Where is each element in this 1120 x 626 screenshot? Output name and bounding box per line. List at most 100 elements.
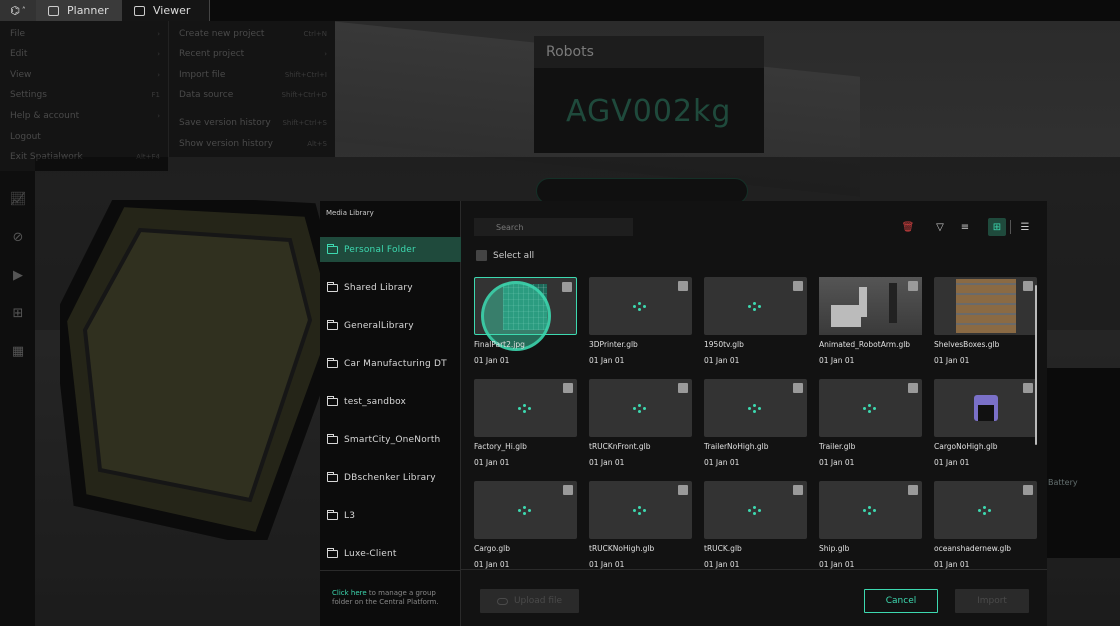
folder-shared-library[interactable]: Shared Library — [320, 275, 461, 300]
folder-luxe-client[interactable]: Luxe-Client — [320, 541, 461, 566]
analytics-icon[interactable]: 📈︎ — [9, 191, 27, 207]
list-view-icon[interactable]: ☰ — [1016, 218, 1034, 236]
cancel-button[interactable]: Cancel — [864, 589, 938, 613]
file-thumbnail[interactable] — [474, 481, 577, 539]
file-checkbox[interactable] — [678, 485, 688, 495]
file-card[interactable]: Cargo.glb 01 Jan 01 — [474, 481, 577, 569]
menu-item-edit[interactable]: Edit › — [10, 44, 160, 64]
folder-label: test_sandbox — [344, 396, 407, 407]
file-submenu: Create new project Ctrl+N Recent project ›… — [168, 21, 335, 157]
grid-pattern-icon[interactable]: ▦ — [9, 343, 27, 359]
delete-icon[interactable]: 🗑︎ — [899, 218, 917, 236]
file-card[interactable]: 1950tv.glb 01 Jan 01 — [704, 277, 807, 377]
submenu-recent-project[interactable]: Recent project › — [179, 44, 327, 64]
menu-item-shortcut: Shift+Ctrl+S — [282, 119, 327, 127]
file-checkbox[interactable] — [908, 281, 918, 291]
file-card[interactable]: tRUCKnFront.glb 01 Jan 01 — [589, 379, 692, 479]
app-menu-button[interactable]: ⌬ ˄ — [0, 0, 36, 21]
menu-item-label: View — [10, 70, 32, 80]
folder-smartcity[interactable]: SmartCity_OneNorth — [320, 427, 461, 452]
file-thumbnail[interactable] — [704, 379, 807, 437]
submenu-data-source[interactable]: Data source Shift+Ctrl+D — [179, 85, 327, 105]
file-card[interactable]: ShelvesBoxes.glb 01 Jan 01 — [934, 277, 1037, 377]
menu-item-settings[interactable]: Settings F1 — [10, 85, 160, 105]
menu-item-label: Create new project — [179, 29, 265, 39]
file-checkbox[interactable] — [1023, 485, 1033, 495]
add-object-icon[interactable]: ⊞ — [9, 305, 27, 321]
file-checkbox[interactable] — [1023, 383, 1033, 393]
file-checkbox[interactable] — [793, 383, 803, 393]
file-checkbox[interactable] — [1023, 281, 1033, 291]
file-card[interactable]: oceanshadernew.glb 01 Jan 01 — [934, 481, 1037, 569]
grid-view-icon[interactable]: ⊞ — [988, 218, 1006, 236]
file-thumbnail[interactable] — [704, 277, 807, 335]
file-card[interactable]: tRUCKNoHigh.glb 01 Jan 01 — [589, 481, 692, 569]
folder-dbschenker[interactable]: DBschenker Library — [320, 465, 461, 490]
file-checkbox[interactable] — [678, 383, 688, 393]
camera-icon[interactable]: ▶ — [9, 267, 27, 283]
folder-icon — [327, 281, 338, 292]
file-date: 01 Jan 01 — [589, 356, 625, 365]
file-thumbnail[interactable] — [819, 379, 922, 437]
menu-item-logout[interactable]: Logout — [10, 127, 160, 147]
file-thumbnail[interactable] — [934, 277, 1037, 335]
image-preview — [974, 395, 998, 421]
file-card[interactable]: TrailerNoHigh.glb 01 Jan 01 — [704, 379, 807, 479]
file-card[interactable]: Ship.glb 01 Jan 01 — [819, 481, 922, 569]
file-thumbnail[interactable] — [474, 277, 577, 351]
submenu-import-file[interactable]: Import file Shift+Ctrl+I — [179, 65, 327, 85]
file-date: 01 Jan 01 — [934, 458, 970, 467]
file-card[interactable]: Trailer.glb 01 Jan 01 — [819, 379, 922, 479]
submenu-save-version[interactable]: Save version history Shift+Ctrl+S — [179, 113, 327, 133]
menu-item-label: Logout — [10, 132, 41, 142]
file-checkbox[interactable] — [793, 485, 803, 495]
file-thumbnail[interactable] — [819, 481, 922, 539]
tab-viewer[interactable]: Viewer — [122, 0, 210, 21]
file-checkbox[interactable] — [908, 485, 918, 495]
file-thumbnail[interactable] — [934, 379, 1037, 437]
menu-item-view[interactable]: View › — [10, 65, 160, 85]
file-card[interactable]: Factory_Hi.glb 01 Jan 01 — [474, 379, 577, 479]
search-input[interactable] — [474, 218, 633, 236]
menu-item-help[interactable]: Help & account › — [10, 106, 160, 126]
file-checkbox[interactable] — [793, 281, 803, 291]
tab-planner[interactable]: Planner — [36, 0, 122, 21]
sort-icon[interactable]: ≡ — [956, 218, 974, 236]
file-thumbnail[interactable] — [589, 277, 692, 335]
folder-personal[interactable]: Personal Folder — [320, 237, 461, 262]
file-card[interactable]: Animated_RobotArm.glb 01 Jan 01 — [819, 277, 922, 377]
file-thumbnail[interactable] — [589, 379, 692, 437]
import-button[interactable]: Import — [955, 589, 1029, 613]
folder-car-manufacturing[interactable]: Car Manufacturing DT — [320, 351, 461, 376]
menu-item-shortcut: Shift+Ctrl+I — [284, 71, 327, 79]
file-thumbnail[interactable] — [934, 481, 1037, 539]
file-checkbox[interactable] — [562, 282, 572, 292]
file-checkbox[interactable] — [563, 383, 573, 393]
file-card[interactable]: tRUCK.glb 01 Jan 01 — [704, 481, 807, 569]
folder-test-sandbox[interactable]: test_sandbox — [320, 389, 461, 414]
file-card[interactable]: CargoNoHigh.glb 01 Jan 01 — [934, 379, 1037, 479]
folder-general-library[interactable]: GeneralLibrary — [320, 313, 461, 338]
file-date: 01 Jan 01 — [704, 560, 740, 569]
file-checkbox[interactable] — [678, 281, 688, 291]
menu-item-file[interactable]: File › — [10, 24, 160, 44]
file-thumbnail[interactable] — [474, 379, 577, 437]
file-checkbox[interactable] — [563, 485, 573, 495]
file-thumbnail[interactable] — [589, 481, 692, 539]
file-thumbnail[interactable] — [819, 277, 922, 335]
grid-scrollbar[interactable] — [1035, 285, 1037, 445]
manage-folder-link[interactable]: Click here — [332, 589, 367, 597]
select-all-checkbox[interactable] — [476, 250, 487, 261]
filter-icon[interactable]: ▽ — [931, 218, 949, 236]
file-thumbnail[interactable] — [704, 481, 807, 539]
file-card[interactable]: FinalPart2.jpg 01 Jan 01 — [474, 277, 577, 377]
file-card[interactable]: 3DPrinter.glb 01 Jan 01 — [589, 277, 692, 377]
file-checkbox[interactable] — [908, 383, 918, 393]
menu-item-label: Edit — [10, 49, 28, 59]
link-icon[interactable]: ⊘ — [9, 229, 27, 245]
upload-file-button[interactable]: Upload file — [480, 589, 579, 613]
select-all[interactable]: Select all — [476, 250, 534, 261]
submenu-show-version[interactable]: Show version history Alt+S — [179, 134, 327, 154]
folder-l3[interactable]: L3 — [320, 503, 461, 528]
submenu-create-project[interactable]: Create new project Ctrl+N — [179, 24, 327, 44]
